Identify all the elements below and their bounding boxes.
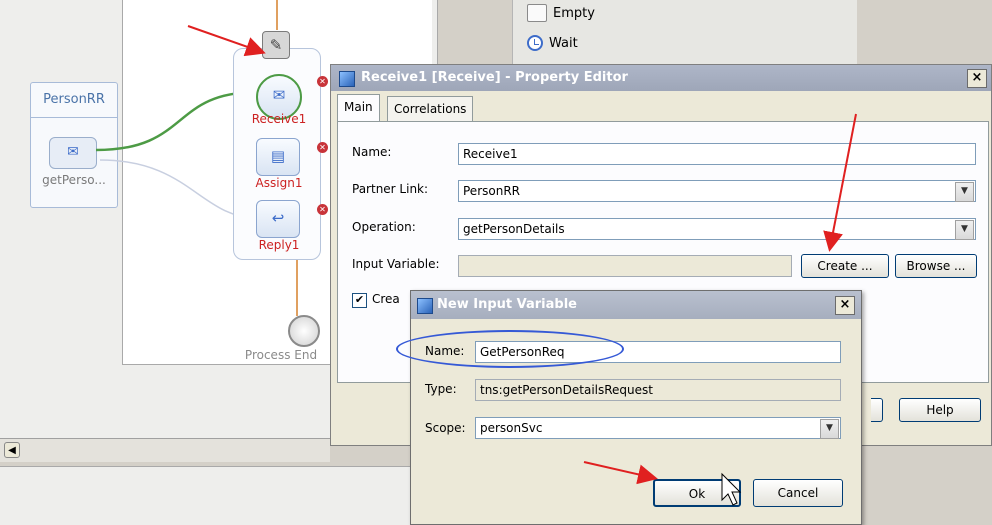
name-field[interactable]: Receive1 xyxy=(458,143,976,165)
envelope-icon: ✉ xyxy=(67,144,79,160)
process-end-label: Process End xyxy=(244,348,318,362)
partner-link-select[interactable]: PersonRR ▼ xyxy=(458,180,976,202)
bottom-pane xyxy=(0,466,420,525)
error-icon: ✕ xyxy=(317,142,328,153)
reply-label: Reply1 xyxy=(258,238,300,252)
new-input-variable-title-bar[interactable]: New Input Variable xyxy=(411,291,861,319)
chevron-down-icon[interactable]: ▼ xyxy=(955,182,974,202)
variable-type-label: Type: xyxy=(425,382,457,396)
new-input-variable-dialog: New Input Variable × Name: GetPersonReq … xyxy=(410,290,862,525)
input-variable-field[interactable] xyxy=(458,255,792,277)
partner-link-box[interactable]: PersonRR ✉ getPerso... xyxy=(30,82,118,208)
variable-type-field: tns:getPersonDetailsRequest xyxy=(475,379,841,401)
palette-item-wait[interactable]: Wait xyxy=(527,35,578,51)
highlight-ellipse xyxy=(396,330,624,368)
tab-correlations[interactable]: Correlations xyxy=(387,96,474,122)
close-icon[interactable]: × xyxy=(967,69,987,88)
palette-panel: Empty Wait xyxy=(512,0,857,68)
chevron-down-icon[interactable]: ▼ xyxy=(955,220,974,240)
palette-item-label: Wait xyxy=(549,35,578,51)
receive-label: Receive1 xyxy=(251,112,307,126)
partner-link-label: Partner Link: xyxy=(352,182,429,196)
cancel-button[interactable]: Cancel xyxy=(753,479,843,507)
variable-scope-select[interactable]: personSvc ▼ xyxy=(475,417,841,439)
operation-node[interactable]: ✉ xyxy=(49,137,97,169)
close-icon[interactable]: × xyxy=(835,296,855,315)
partner-link-value: PersonRR xyxy=(463,184,520,198)
variable-scope-value: personSvc xyxy=(480,421,543,435)
partner-link-name: PersonRR xyxy=(31,83,117,118)
assign-node[interactable]: ▤ xyxy=(256,138,300,176)
operation-select[interactable]: getPersonDetails ▼ xyxy=(458,218,976,240)
error-icon: ✕ xyxy=(317,76,328,87)
empty-icon xyxy=(527,4,547,22)
create-checkbox-label: Crea xyxy=(372,292,400,306)
horizontal-scrollbar[interactable]: ◀ xyxy=(0,438,330,462)
palette-item-label: Empty xyxy=(553,5,595,21)
ok-button-partial[interactable] xyxy=(871,398,883,422)
property-editor-title-bar[interactable]: Receive1 [Receive] - Property Editor xyxy=(331,65,991,91)
property-editor-title: Receive1 [Receive] - Property Editor xyxy=(361,70,628,85)
error-icon: ✕ xyxy=(317,204,328,215)
reply-node[interactable]: ↩ xyxy=(256,200,300,238)
operation-value: getPersonDetails xyxy=(463,222,565,236)
edit-pencil-icon[interactable]: ✎ xyxy=(262,31,290,59)
input-variable-label: Input Variable: xyxy=(352,257,440,271)
clock-icon xyxy=(527,35,543,51)
envelope-icon: ✉ xyxy=(272,86,286,104)
assign-label: Assign1 xyxy=(255,176,303,190)
variable-scope-label: Scope: xyxy=(425,421,466,435)
tab-main[interactable]: Main xyxy=(337,94,380,122)
process-end-node[interactable] xyxy=(288,315,320,347)
operation-label: Operation: xyxy=(352,220,416,234)
palette-item-empty[interactable]: Empty xyxy=(527,4,595,22)
assign-icon: ▤ xyxy=(270,147,286,165)
cube-icon xyxy=(417,298,433,314)
create-button[interactable]: Create ... xyxy=(801,254,889,278)
scroll-left-button[interactable]: ◀ xyxy=(4,442,20,458)
new-input-variable-title: New Input Variable xyxy=(437,297,577,312)
browse-button[interactable]: Browse ... xyxy=(895,254,977,278)
cube-icon xyxy=(339,71,355,87)
operation-label: getPerso... xyxy=(42,173,106,187)
name-label: Name: xyxy=(352,145,392,159)
ok-button[interactable]: Ok xyxy=(653,479,741,507)
reply-icon: ↩ xyxy=(271,209,285,227)
chevron-down-icon[interactable]: ▼ xyxy=(820,419,839,439)
create-checkbox[interactable]: ✔ xyxy=(352,293,367,308)
help-button[interactable]: Help xyxy=(899,398,981,422)
